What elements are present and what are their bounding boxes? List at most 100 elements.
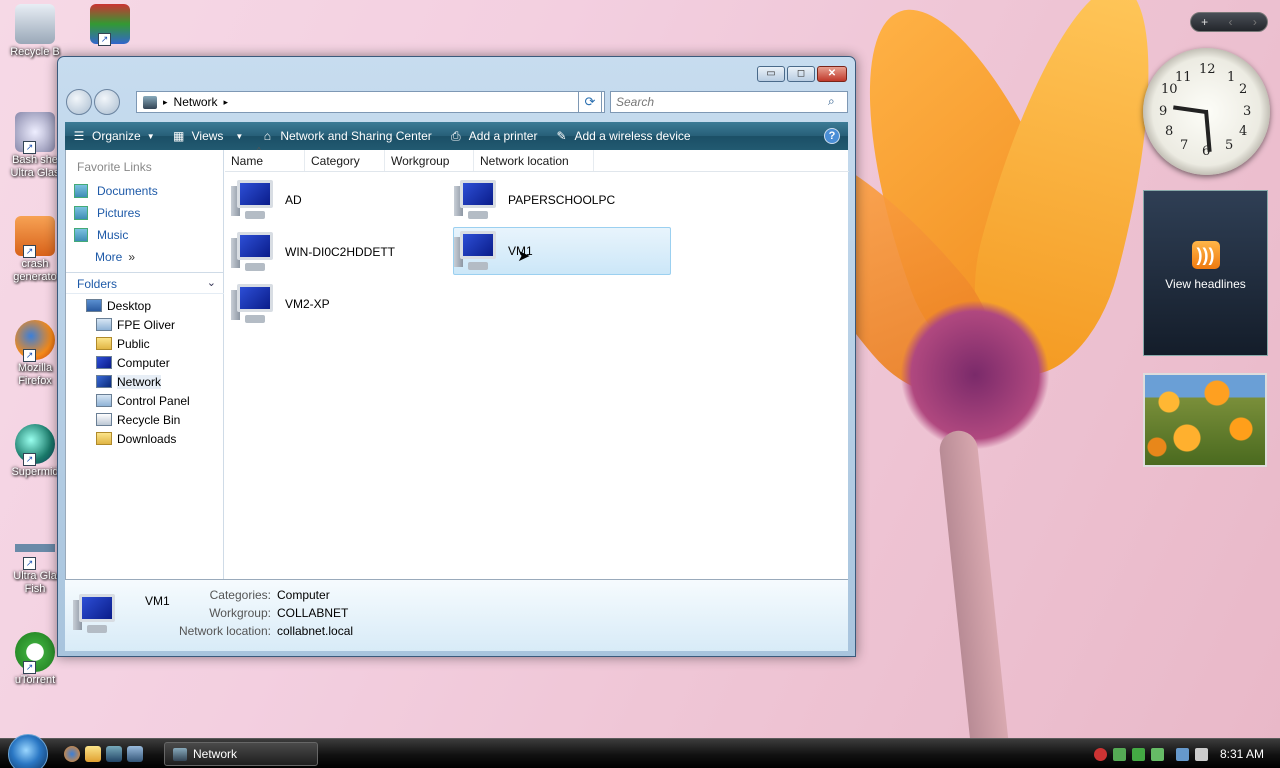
switch-windows-icon[interactable] — [127, 746, 143, 762]
chevron-down-icon: ⌄ — [206, 277, 216, 289]
tree-item-computer[interactable]: Computer — [66, 353, 224, 372]
command-bar: ☰ Organize ▼ ▦ Views ▼ ⌂ Network and Sha… — [65, 122, 848, 150]
mouse-pointer-icon: ➤ — [517, 248, 531, 265]
organize-icon: ☰ — [73, 129, 85, 143]
folders-header[interactable]: Folders ⌄ — [66, 272, 224, 294]
favorite-link-pictures[interactable]: Pictures — [66, 202, 223, 224]
system-tray: 8:31 AM — [1093, 739, 1280, 768]
clock-number: 4 — [1239, 124, 1248, 139]
add-printer-button[interactable]: ⎙ Add a printer — [448, 129, 538, 143]
network-computer-item[interactable]: VM2-XP — [231, 280, 449, 328]
tree-item-downloads[interactable]: Downloads — [66, 429, 224, 448]
security-alert-icon[interactable] — [1093, 747, 1107, 761]
views-label: Views — [191, 129, 224, 143]
clock-time[interactable]: 8:31 AM — [1220, 747, 1264, 761]
volume-muted-icon[interactable] — [1194, 747, 1208, 761]
column-header-network-location[interactable]: Network location — [474, 150, 594, 171]
network-computer-item[interactable]: WIN-DI0C2HDDETT — [231, 228, 449, 276]
folder-icon[interactable] — [85, 746, 101, 762]
chevron-down-icon: ▼ — [146, 131, 155, 141]
slideshow-gadget[interactable] — [1143, 373, 1267, 467]
details-categories-value: Computer — [277, 588, 330, 602]
favorite-link-label: Music — [97, 228, 129, 242]
navigation-row: ▸ Network ▸ ▼ ⟳ Search ⌕ — [66, 89, 848, 115]
address-bar[interactable]: ▸ Network ▸ ▼ — [136, 91, 605, 113]
clock-gadget[interactable]: 12 1 2 3 4 5 6 7 8 9 10 11 — [1143, 48, 1270, 175]
desktop-icon-winrar[interactable]: ↗ — [86, 4, 134, 46]
favorite-links-more[interactable]: More » — [66, 246, 223, 268]
tree-item-public[interactable]: Public — [66, 334, 224, 353]
chevron-left-icon[interactable]: ‹ — [1229, 15, 1233, 29]
tree-item-control-panel[interactable]: Control Panel — [66, 391, 224, 410]
chevron-right-icon[interactable]: › — [1253, 15, 1257, 29]
help-button[interactable]: ? — [824, 128, 840, 144]
column-header-label: Name — [231, 154, 264, 168]
back-button[interactable] — [66, 89, 92, 115]
column-header-label: Workgroup — [391, 154, 450, 168]
globe-icon: ↗ — [15, 424, 55, 466]
update-icon[interactable] — [1150, 747, 1164, 761]
printer-icon: ⎙ — [450, 129, 461, 143]
music-icon — [74, 228, 88, 242]
maximize-button[interactable]: ◻ — [787, 66, 815, 82]
column-header-name[interactable]: ^ Name — [225, 146, 305, 171]
desktop-icon-label: crash generato — [13, 258, 57, 283]
network-status-icon[interactable] — [1112, 747, 1126, 761]
computer-icon — [231, 282, 277, 326]
address-crumb-network[interactable]: Network — [174, 95, 218, 109]
recycle-bin-icon — [96, 413, 112, 426]
network-item-label: PAPERSCHOOLPC — [508, 193, 616, 207]
tree-item-network[interactable]: Network — [66, 372, 224, 391]
network-sharing-center-button[interactable]: ⌂ Network and Sharing Center — [259, 129, 432, 143]
user-folder-icon — [96, 318, 112, 331]
view-headlines-label: View headlines — [1165, 277, 1246, 291]
views-button[interactable]: ▦ Views ▼ — [171, 129, 243, 143]
search-icon[interactable]: ⌕ — [828, 94, 835, 109]
fish-icon: ↗ — [15, 528, 55, 570]
taskbar-button-network[interactable]: Network — [164, 742, 318, 766]
tree-item-recycle-bin[interactable]: Recycle Bin — [66, 410, 224, 429]
favorite-links-title: Favorite Links — [77, 160, 152, 174]
network-computer-item-selected[interactable]: VM1 ➤ — [453, 227, 671, 275]
computer-icon — [73, 592, 119, 636]
desktop-icon-label: uTorrent — [14, 674, 56, 686]
show-desktop-icon[interactable] — [106, 746, 122, 762]
favorite-link-music[interactable]: Music — [66, 224, 223, 246]
organize-button[interactable]: ☰ Organize ▼ — [71, 129, 155, 143]
network-icon — [143, 95, 157, 109]
desktop-icon-recycle-bin[interactable]: Recycle B — [4, 4, 66, 59]
tree-item-label: Control Panel — [117, 393, 190, 408]
computer-icon — [231, 230, 277, 274]
add-wireless-label: Add a wireless device — [574, 129, 691, 143]
folders-title: Folders — [77, 277, 118, 291]
sync-icon[interactable] — [1131, 747, 1145, 761]
minimize-button[interactable]: ▭ — [757, 66, 785, 82]
details-pane: VM1 Categories: Computer Workgroup: COLL… — [65, 579, 848, 651]
tree-item-fpe-oliver[interactable]: FPE Oliver — [66, 315, 224, 334]
network-connection-icon[interactable] — [1175, 747, 1189, 761]
network-computer-item[interactable]: AD — [231, 176, 449, 224]
network-center-icon: ⌂ — [263, 129, 271, 143]
network-computer-item[interactable]: PAPERSCHOOLPC — [454, 176, 672, 224]
favorite-link-documents[interactable]: Documents — [66, 180, 223, 202]
network-item-label: AD — [285, 193, 302, 207]
close-button[interactable]: ✕ — [817, 66, 847, 82]
file-list-pane: ^ Name Category Workgroup Network locati… — [225, 146, 849, 579]
details-workgroup-label: Workgroup: — [209, 606, 271, 620]
column-header-workgroup[interactable]: Workgroup — [385, 150, 474, 171]
clock-number: 2 — [1239, 82, 1248, 97]
column-header-category[interactable]: Category — [305, 150, 385, 171]
forward-button[interactable] — [94, 89, 120, 115]
start-button[interactable] — [8, 734, 48, 768]
refresh-button[interactable]: ⟳ — [578, 91, 602, 113]
column-header-label: Network location — [480, 154, 569, 168]
add-gadget-icon[interactable]: + — [1201, 15, 1208, 29]
details-workgroup-value: COLLABNET — [277, 606, 349, 620]
utorrent-icon: ↗ — [15, 632, 55, 674]
desktop-icon — [86, 299, 102, 312]
add-wireless-device-button[interactable]: ✎ Add a wireless device — [553, 129, 690, 143]
firefox-icon[interactable] — [64, 746, 80, 762]
feed-headlines-gadget[interactable]: ))) View headlines — [1143, 190, 1268, 356]
search-input[interactable]: Search — [610, 91, 848, 113]
tree-item-desktop[interactable]: Desktop — [66, 296, 224, 315]
